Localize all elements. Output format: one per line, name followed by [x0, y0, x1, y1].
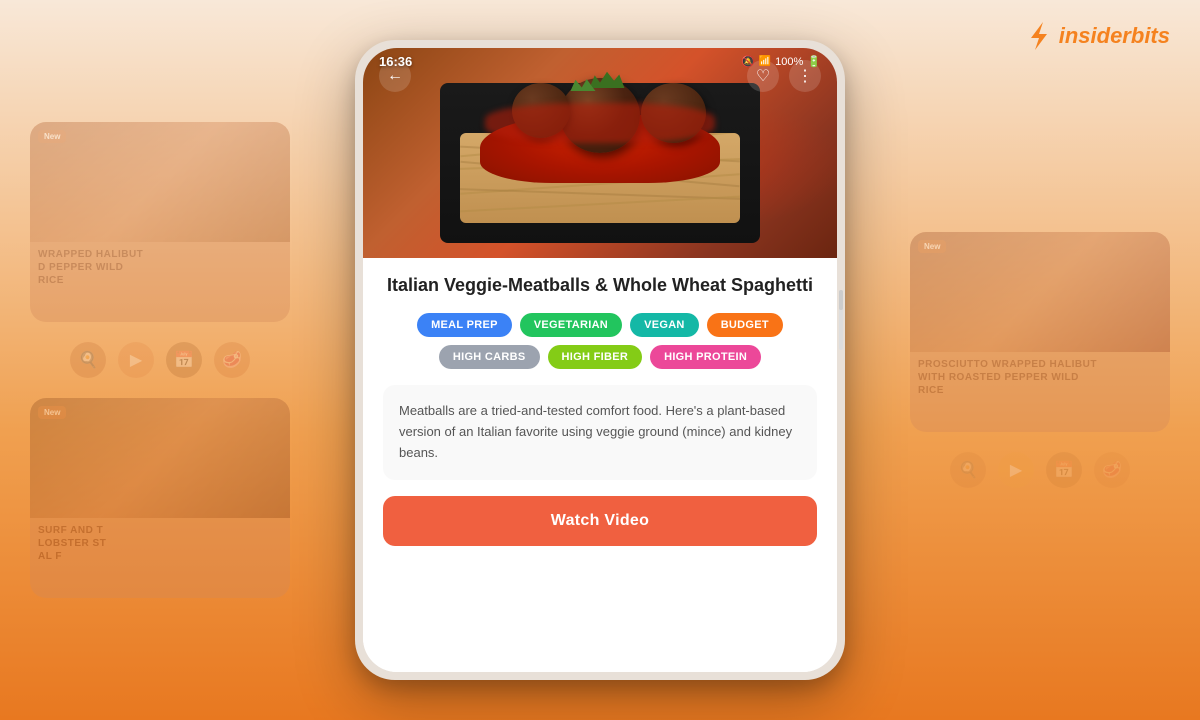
logo-black-text: insider	[1059, 23, 1131, 48]
description-box: Meatballs are a tried-and-tested comfort…	[383, 385, 817, 479]
tags-container: MEAL PREP VEGETARIAN VEGAN BUDGET HIGH C…	[383, 313, 817, 369]
more-icon: ⋮	[797, 66, 813, 86]
bg-food-left: New WRAPPED HALIBUTD PEPPER WILDRICE 🍳 ▶…	[0, 0, 320, 720]
bg-icons-right: 🍳 ▶ 📅 🥩	[950, 452, 1130, 488]
logo-orange-text: bits	[1131, 23, 1170, 48]
logo-bolt-icon	[1023, 20, 1055, 52]
battery-text: 100%	[775, 56, 803, 68]
bg-food-card-left-1: New WRAPPED HALIBUTD PEPPER WILDRICE	[30, 122, 290, 322]
tag-vegetarian: VEGETARIAN	[520, 313, 622, 337]
recipe-title: Italian Veggie-Meatballs & Whole Wheat S…	[383, 274, 817, 297]
phone-inner: 16:36 🔕 📶 100% 🔋 ← ♡	[363, 48, 837, 672]
phone-container: 16:36 🔕 📶 100% 🔋 ← ♡	[355, 40, 845, 680]
mute-icon: 🔕	[741, 55, 755, 68]
watch-video-button[interactable]: Watch Video	[383, 496, 817, 546]
tag-high-carbs: HIGH CARBS	[439, 345, 540, 369]
logo-text: insiderbits	[1059, 23, 1170, 49]
back-icon: ←	[387, 67, 403, 85]
battery-icon: 🔋	[807, 55, 821, 68]
tag-budget: BUDGET	[707, 313, 783, 337]
status-icons: 🔕 📶 100% 🔋	[741, 55, 821, 68]
bg-icons-left: 🍳 ▶ 📅 🥩	[70, 342, 250, 378]
content-area: Italian Veggie-Meatballs & Whole Wheat S…	[363, 258, 837, 672]
tag-meal-prep: MEAL PREP	[417, 313, 512, 337]
tag-high-fiber: HIGH FIBER	[548, 345, 643, 369]
tag-vegan: VEGAN	[630, 313, 699, 337]
phone-outer: 16:36 🔕 📶 100% 🔋 ← ♡	[355, 40, 845, 680]
status-time: 16:36	[379, 54, 412, 69]
heart-icon: ♡	[756, 66, 770, 86]
hero-image: 16:36 🔕 📶 100% 🔋 ← ♡	[363, 48, 837, 258]
tag-high-protein: HIGH PROTEIN	[650, 345, 761, 369]
insiderbits-logo: insiderbits	[1023, 20, 1170, 52]
bg-food-card-right-1: New PROSCIUTTO WRAPPED HALIBUTWITH ROAST…	[910, 232, 1170, 432]
wifi-icon: 📶	[759, 56, 771, 67]
bg-food-card-left-2: New SURF AND TLOBSTER STAL F	[30, 398, 290, 598]
description-text: Meatballs are a tried-and-tested comfort…	[399, 401, 801, 463]
bg-food-right: New PROSCIUTTO WRAPPED HALIBUTWITH ROAST…	[880, 0, 1200, 720]
